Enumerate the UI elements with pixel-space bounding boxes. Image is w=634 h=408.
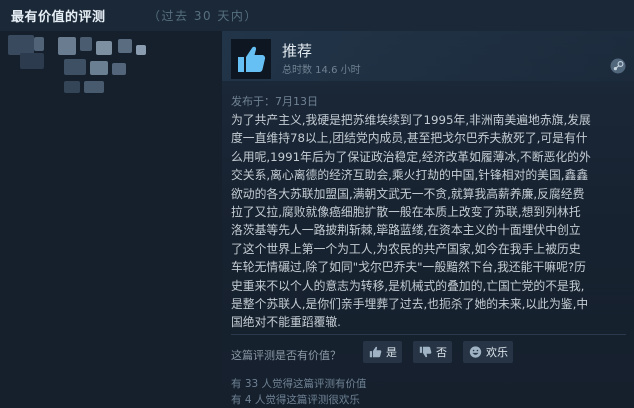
funny-count: 有 4 人觉得这篇评测很欢乐 bbox=[231, 394, 360, 406]
thumbs-up-icon bbox=[231, 39, 271, 79]
author-games-blurred bbox=[112, 63, 126, 75]
review-line: 为了共产主义,我硬是把苏维埃续到了1995年,非洲南美遍地赤旗,发展 bbox=[231, 113, 591, 127]
section-header: 最有价值的评测 （过去 30 天内） bbox=[0, 0, 634, 31]
author-info-blurred[interactable] bbox=[0, 31, 222, 141]
vote-no-button[interactable]: 否 bbox=[413, 341, 452, 363]
vote-funny-label: 欢乐 bbox=[486, 346, 508, 359]
author-name-blurred bbox=[80, 37, 92, 51]
vote-yes-button[interactable]: 是 bbox=[363, 341, 402, 363]
author-name-blurred bbox=[58, 37, 76, 55]
avatar-blurred-part bbox=[20, 53, 44, 69]
review-content: 推荐 总时数 14.6 小时 发布于：7月13日 为了共产主义,我硬是把苏维埃续… bbox=[222, 31, 634, 408]
playtime-hours: 总时数 14.6 小时 bbox=[282, 65, 361, 76]
author-name-blurred bbox=[96, 41, 112, 55]
divider bbox=[231, 334, 626, 335]
review-verdict: 推荐 bbox=[282, 42, 313, 60]
review-body: 为了共产主义,我硬是把苏维埃续到了1995年,非洲南美遍地赤旗,发展 度一直维持… bbox=[231, 111, 633, 332]
review-line: 了这个世界上第一个为工人,为农民的共产国家,如今在我手上被历史 bbox=[231, 241, 581, 256]
author-name-blurred bbox=[118, 39, 132, 53]
author-reviews-blurred bbox=[64, 81, 80, 93]
review-line: 洛茨基等先人一路披荆斩棘,筚路蓝缕,在资本主义的十面埋伏中创立 bbox=[231, 223, 581, 238]
section-title: 最有价值的评测 bbox=[11, 10, 106, 25]
review-line: 史重来不以个人的意志为转移,是机械式的叠加的,亡国亡党的不是我, bbox=[231, 278, 585, 293]
review-line: 是整个苏联人,是你们亲手埋葬了过去,也扼杀了她的未来,以此为鉴,中 bbox=[231, 297, 589, 312]
laugh-icon bbox=[469, 346, 482, 358]
avatar-blurred[interactable] bbox=[8, 35, 34, 55]
review-line: 国绝对不能重蹈覆辙. bbox=[231, 315, 341, 330]
helpful-question: 这篇评测是否有价值？ bbox=[231, 349, 341, 362]
vote-no-label: 否 bbox=[436, 346, 447, 359]
section-period: （过去 30 天内） bbox=[148, 9, 258, 23]
review-card: 推荐 总时数 14.6 小时 发布于：7月13日 为了共产主义,我硬是把苏维埃续… bbox=[0, 31, 634, 408]
author-name-blurred bbox=[136, 45, 146, 55]
review-line: 度一直维持78以上,团结党内成员,甚至把戈尔巴乔夫赦死了,可是有什 bbox=[231, 131, 588, 146]
thumbs-up-icon bbox=[369, 346, 382, 358]
helpful-count: 有 33 人觉得这篇评测有价值 bbox=[231, 378, 367, 390]
review-line: 车轮无情碾过,除了如同"戈尔巴乔夫"一般黯然下台,我还能干嘛呢?历 bbox=[231, 260, 586, 275]
steam-review-page: 最有价值的评测 （过去 30 天内） 推荐 总时数 14.6 小时 发布于：7月… bbox=[0, 0, 634, 408]
steam-icon bbox=[610, 58, 626, 74]
review-line: 么用呢,1991年后为了保证政治稳定,经济改革如履薄冰,不断恶化的外 bbox=[231, 149, 591, 164]
posted-date: 发布于：7月13日 bbox=[231, 95, 318, 108]
review-line: 交关系,离心离德的经济互助会,乘火打劫的中国,针锋相对的美国,鑫鑫 bbox=[231, 168, 589, 183]
thumbs-down-icon bbox=[419, 346, 432, 358]
author-games-blurred bbox=[90, 61, 108, 75]
author-reviews-blurred bbox=[84, 81, 104, 93]
avatar-blurred-part bbox=[34, 37, 44, 51]
review-line: 拉了又拉,腐败就像癌细胞扩散一般在本质上改变了苏联,想到列林托 bbox=[231, 205, 581, 220]
vote-funny-button[interactable]: 欢乐 bbox=[463, 341, 513, 363]
review-line: 欲动的各大苏联加盟国,满朝文武无一不贪,就算我高薪养廉,反腐经费 bbox=[231, 186, 585, 201]
author-games-blurred bbox=[64, 59, 86, 75]
vote-yes-label: 是 bbox=[386, 346, 397, 359]
vote-header[interactable]: 推荐 总时数 14.6 小时 bbox=[222, 31, 634, 81]
